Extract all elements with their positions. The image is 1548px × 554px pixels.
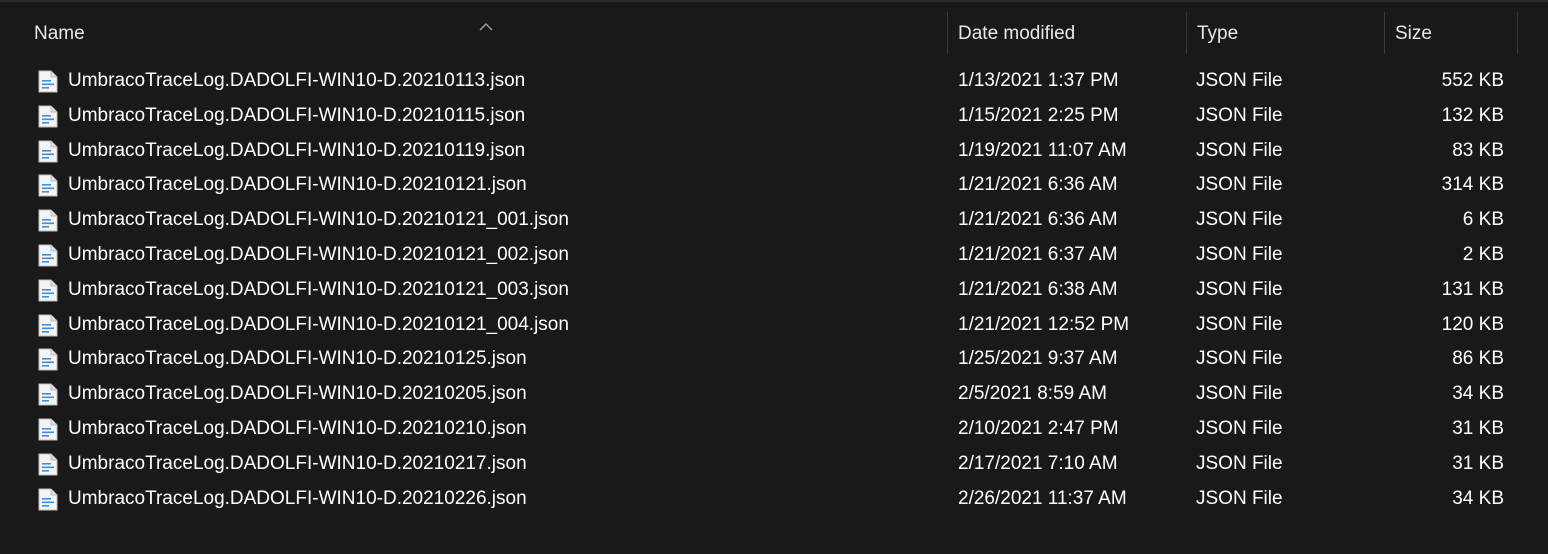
file-date-modified: 2/5/2021 8:59 AM bbox=[958, 383, 1107, 405]
json-file-icon bbox=[38, 383, 58, 406]
file-row[interactable]: UmbracoTraceLog.DADOLFI-WIN10-D.20210113… bbox=[0, 64, 1548, 99]
top-border bbox=[0, 0, 1548, 2]
file-name: UmbracoTraceLog.DADOLFI-WIN10-D.20210205… bbox=[68, 383, 527, 405]
file-list: UmbracoTraceLog.DADOLFI-WIN10-D.20210113… bbox=[0, 64, 1548, 516]
file-row[interactable]: UmbracoTraceLog.DADOLFI-WIN10-D.20210121… bbox=[0, 273, 1548, 308]
json-file-icon bbox=[38, 279, 58, 302]
json-file-icon bbox=[38, 244, 58, 267]
file-type: JSON File bbox=[1196, 383, 1283, 405]
file-date-modified: 2/10/2021 2:47 PM bbox=[958, 417, 1119, 439]
file-row[interactable]: UmbracoTraceLog.DADOLFI-WIN10-D.20210205… bbox=[0, 377, 1548, 412]
file-name: UmbracoTraceLog.DADOLFI-WIN10-D.20210121… bbox=[68, 278, 569, 300]
file-date-modified: 1/21/2021 6:37 AM bbox=[958, 243, 1118, 265]
file-date-modified: 1/21/2021 6:38 AM bbox=[958, 278, 1118, 300]
file-size: 120 KB bbox=[1441, 313, 1504, 335]
column-header-row: Name Date modified Type Size bbox=[0, 12, 1548, 56]
file-name: UmbracoTraceLog.DADOLFI-WIN10-D.20210121… bbox=[68, 174, 527, 196]
file-row[interactable]: UmbracoTraceLog.DADOLFI-WIN10-D.20210121… bbox=[0, 308, 1548, 343]
file-size: 314 KB bbox=[1441, 174, 1504, 196]
json-file-icon bbox=[38, 314, 58, 337]
file-type: JSON File bbox=[1196, 209, 1283, 231]
file-name: UmbracoTraceLog.DADOLFI-WIN10-D.20210226… bbox=[68, 487, 527, 509]
file-name: UmbracoTraceLog.DADOLFI-WIN10-D.20210121… bbox=[68, 209, 569, 231]
file-name: UmbracoTraceLog.DADOLFI-WIN10-D.20210121… bbox=[68, 243, 569, 265]
file-size: 31 KB bbox=[1452, 417, 1504, 439]
file-row[interactable]: UmbracoTraceLog.DADOLFI-WIN10-D.20210125… bbox=[0, 342, 1548, 377]
column-divider[interactable] bbox=[1186, 12, 1187, 54]
file-row[interactable]: UmbracoTraceLog.DADOLFI-WIN10-D.20210115… bbox=[0, 99, 1548, 134]
file-size: 31 KB bbox=[1452, 452, 1504, 474]
file-size: 6 KB bbox=[1462, 209, 1504, 231]
file-row[interactable]: UmbracoTraceLog.DADOLFI-WIN10-D.20210217… bbox=[0, 447, 1548, 482]
file-row[interactable]: UmbracoTraceLog.DADOLFI-WIN10-D.20210119… bbox=[0, 134, 1548, 169]
column-divider[interactable] bbox=[1517, 12, 1518, 54]
file-name: UmbracoTraceLog.DADOLFI-WIN10-D.20210113… bbox=[68, 70, 526, 91]
file-size: 83 KB bbox=[1452, 139, 1504, 161]
file-date-modified: 1/15/2021 2:25 PM bbox=[958, 104, 1119, 126]
column-divider[interactable] bbox=[947, 12, 948, 54]
file-size: 34 KB bbox=[1452, 383, 1504, 405]
json-file-icon bbox=[38, 105, 58, 128]
file-size: 552 KB bbox=[1441, 70, 1504, 91]
file-type: JSON File bbox=[1196, 313, 1283, 335]
file-type: JSON File bbox=[1196, 452, 1283, 474]
json-file-icon bbox=[38, 209, 58, 232]
file-type: JSON File bbox=[1196, 278, 1283, 300]
file-size: 131 KB bbox=[1441, 278, 1504, 300]
file-name: UmbracoTraceLog.DADOLFI-WIN10-D.20210125… bbox=[68, 348, 527, 370]
file-name: UmbracoTraceLog.DADOLFI-WIN10-D.20210121… bbox=[68, 313, 569, 335]
json-file-icon bbox=[38, 488, 58, 511]
file-date-modified: 2/26/2021 11:37 AM bbox=[958, 487, 1127, 509]
file-date-modified: 1/19/2021 11:07 AM bbox=[958, 139, 1127, 161]
file-size: 2 KB bbox=[1462, 243, 1504, 265]
column-header-type[interactable]: Type bbox=[1197, 12, 1382, 56]
file-type: JSON File bbox=[1196, 104, 1283, 126]
file-explorer-details-view: Name Date modified Type Size UmbracoTrac… bbox=[0, 0, 1548, 554]
file-name: UmbracoTraceLog.DADOLFI-WIN10-D.20210217… bbox=[68, 452, 527, 474]
file-row[interactable]: UmbracoTraceLog.DADOLFI-WIN10-D.20210121… bbox=[0, 203, 1548, 238]
file-date-modified: 1/21/2021 6:36 AM bbox=[958, 174, 1118, 196]
json-file-icon bbox=[38, 140, 58, 163]
file-size: 86 KB bbox=[1452, 348, 1504, 370]
json-file-icon bbox=[38, 174, 58, 197]
file-name: UmbracoTraceLog.DADOLFI-WIN10-D.20210210… bbox=[68, 417, 527, 439]
file-type: JSON File bbox=[1196, 243, 1283, 265]
file-type: JSON File bbox=[1196, 417, 1283, 439]
file-name: UmbracoTraceLog.DADOLFI-WIN10-D.20210115… bbox=[68, 104, 526, 126]
file-type: JSON File bbox=[1196, 174, 1283, 196]
file-name: UmbracoTraceLog.DADOLFI-WIN10-D.20210119… bbox=[68, 139, 526, 161]
file-date-modified: 1/25/2021 9:37 AM bbox=[958, 348, 1118, 370]
file-row[interactable]: UmbracoTraceLog.DADOLFI-WIN10-D.20210210… bbox=[0, 412, 1548, 447]
file-type: JSON File bbox=[1196, 487, 1283, 509]
file-date-modified: 1/21/2021 12:52 PM bbox=[958, 313, 1130, 335]
file-row[interactable]: UmbracoTraceLog.DADOLFI-WIN10-D.20210226… bbox=[0, 482, 1548, 517]
file-date-modified: 1/21/2021 6:36 AM bbox=[958, 209, 1118, 231]
file-type: JSON File bbox=[1196, 70, 1283, 91]
json-file-icon bbox=[38, 418, 58, 441]
file-size: 132 KB bbox=[1441, 104, 1504, 126]
file-date-modified: 1/13/2021 1:37 PM bbox=[958, 70, 1119, 91]
column-header-size[interactable]: Size bbox=[1395, 12, 1515, 56]
json-file-icon bbox=[38, 348, 58, 371]
column-header-date-modified[interactable]: Date modified bbox=[958, 12, 1183, 56]
file-row[interactable]: UmbracoTraceLog.DADOLFI-WIN10-D.20210121… bbox=[0, 238, 1548, 273]
file-date-modified: 2/17/2021 7:10 AM bbox=[958, 452, 1118, 474]
file-row[interactable]: UmbracoTraceLog.DADOLFI-WIN10-D.20210121… bbox=[0, 168, 1548, 203]
column-divider[interactable] bbox=[1384, 12, 1385, 54]
file-type: JSON File bbox=[1196, 348, 1283, 370]
json-file-icon bbox=[38, 70, 58, 93]
column-header-name[interactable]: Name bbox=[34, 12, 944, 56]
file-size: 34 KB bbox=[1452, 487, 1504, 509]
file-type: JSON File bbox=[1196, 139, 1283, 161]
json-file-icon bbox=[38, 453, 58, 476]
